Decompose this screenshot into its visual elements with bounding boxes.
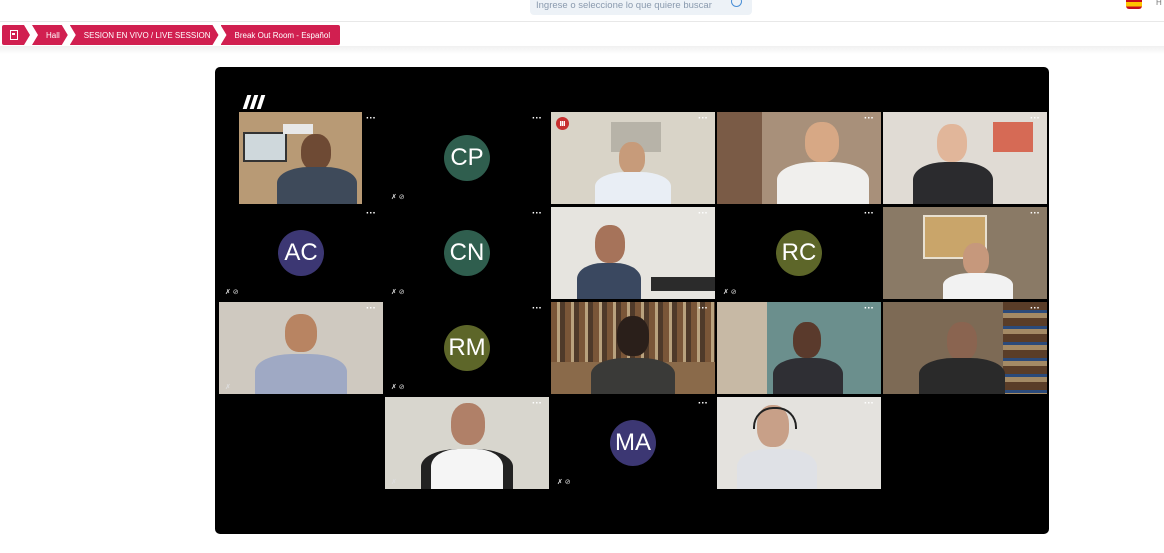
more-options-icon[interactable]: ··· [1030,303,1040,314]
header-shadow [0,46,1164,54]
more-options-icon[interactable]: ··· [698,303,708,314]
mic-off-icon: ✗ ⊘ [391,384,405,391]
mic-off-icon: ✗ ⊘ [557,479,571,486]
mic-off-icon: ✗ [225,384,231,391]
more-options-icon[interactable]: ··· [864,208,874,219]
search-box[interactable] [530,0,752,15]
more-options-icon[interactable]: ··· [864,113,874,124]
participant-tile[interactable]: RC ··· ✗ ⊘ [717,207,881,299]
video-tile[interactable]: ··· ✗ [219,302,383,394]
breadcrumb-item-live-session[interactable]: SESION EN VIVO / LIVE SESSION [70,25,219,45]
video-tile[interactable]: ··· [717,397,881,489]
more-options-icon[interactable]: ··· [532,398,542,409]
top-divider [0,21,1164,22]
mic-off-icon: ✗ ⊘ [391,194,405,201]
more-options-icon[interactable]: ··· [532,113,542,124]
video-tile[interactable]: ··· ✗ [385,397,549,489]
participant-tile[interactable]: RM ··· ✗ ⊘ [385,302,549,394]
speaking-indicator-icon [556,117,569,130]
mic-off-icon: ✗ [391,479,397,486]
more-options-icon[interactable]: ··· [698,398,708,409]
video-tile[interactable]: ··· [717,302,881,394]
participant-avatar: RC [776,230,822,276]
more-options-icon[interactable]: ··· [366,303,376,314]
spain-flag-icon[interactable] [1126,0,1142,9]
meeting-logo [242,95,269,109]
breadcrumb-item-hall[interactable]: Hall [32,25,68,45]
more-options-icon[interactable]: ··· [532,303,542,314]
more-options-icon[interactable]: ··· [698,208,708,219]
participant-tile[interactable]: AC ··· ✗ ⊘ [219,207,383,299]
more-options-icon[interactable]: ··· [698,113,708,124]
video-tile[interactable]: ··· [717,112,881,204]
more-options-icon[interactable]: ··· [864,398,874,409]
user-initial[interactable]: H [1156,0,1162,7]
more-options-icon[interactable]: ··· [532,208,542,219]
video-tile[interactable]: ··· [551,207,715,299]
breadcrumb: Hall SESION EN VIVO / LIVE SESSION Break… [2,25,342,45]
participant-tile[interactable]: CN ··· ✗ ⊘ [385,207,549,299]
more-options-icon[interactable]: ··· [366,113,376,124]
breadcrumb-home[interactable] [2,25,30,45]
building-icon [10,30,18,40]
search-input[interactable] [536,0,716,11]
mic-off-icon: ✗ ⊘ [391,289,405,296]
video-tile[interactable]: ··· [883,112,1047,204]
mic-off-icon: ✗ ⊘ [225,289,239,296]
participant-avatar: CN [444,230,490,276]
more-options-icon[interactable]: ··· [1030,208,1040,219]
video-meeting-panel: ··· CP ··· ✗ ⊘ ··· ··· ··· AC ··· ✗ ⊘ CN… [215,67,1049,534]
video-tile[interactable]: ··· [883,207,1047,299]
participant-avatar: AC [278,230,324,276]
more-options-icon[interactable]: ··· [864,303,874,314]
participant-tile[interactable]: MA ··· ✗ ⊘ [551,397,715,489]
mic-off-icon: ✗ ⊘ [723,289,737,296]
participant-avatar: MA [610,420,656,466]
participant-avatar: CP [444,135,490,181]
breadcrumb-item-breakout-room[interactable]: Break Out Room - Español [220,25,341,45]
video-tile[interactable]: ··· [551,302,715,394]
more-options-icon[interactable]: ··· [1030,113,1040,124]
participant-tile[interactable]: CP ··· ✗ ⊘ [385,112,549,204]
more-options-icon[interactable]: ··· [366,208,376,219]
search-icon[interactable] [731,0,742,7]
participant-avatar: RM [444,325,490,371]
video-tile[interactable]: ··· [219,112,383,204]
video-tile[interactable]: ··· [551,112,715,204]
video-tile[interactable]: ··· [883,302,1047,394]
